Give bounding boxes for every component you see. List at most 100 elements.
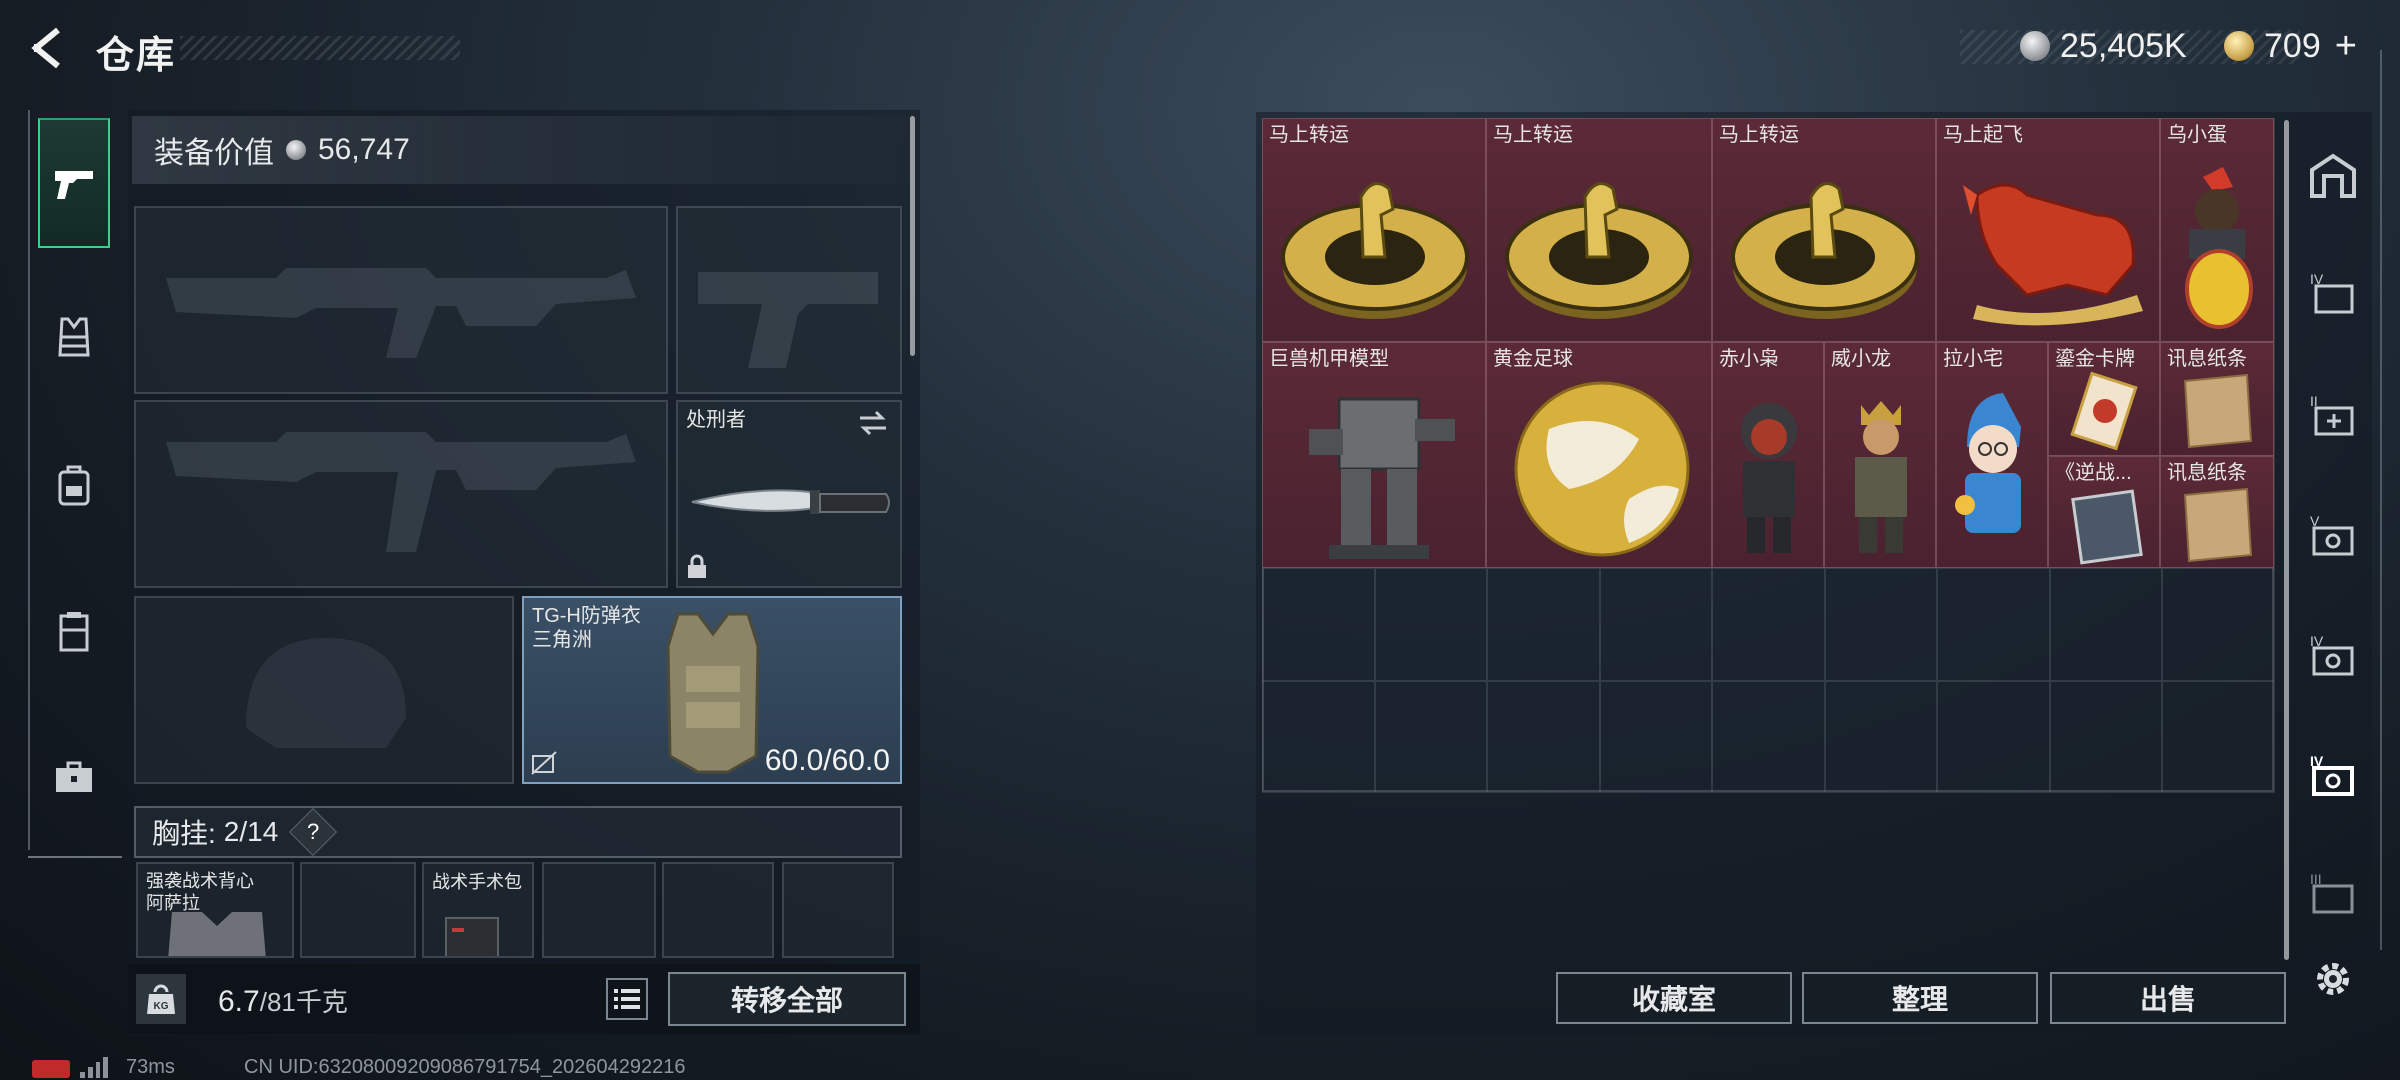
storage-item[interactable]: 讯息纸条 — [2160, 456, 2274, 568]
storage-cell[interactable] — [1937, 680, 2050, 793]
storage-item[interactable]: 马上转运 — [1262, 118, 1486, 342]
item-name: 讯息纸条 — [2167, 348, 2247, 370]
category-case-tab[interactable] — [38, 712, 110, 842]
storage-item[interactable]: 黄金足球 — [1486, 342, 1712, 568]
storage-cell[interactable] — [1712, 568, 1825, 681]
sort-button[interactable]: 整理 — [1802, 972, 2038, 1024]
rig-slot-4[interactable] — [542, 862, 656, 958]
storage-scrollbar[interactable] — [2284, 120, 2289, 960]
transfer-all-button[interactable]: 转移全部 — [668, 972, 906, 1026]
equipment-scrollbar[interactable] — [910, 116, 915, 356]
side-tab-tier-4-case[interactable]: IV — [2298, 620, 2368, 690]
side-tab-tier-5-case[interactable]: V — [2298, 500, 2368, 570]
storage-cell[interactable] — [2049, 568, 2162, 681]
armor-slot[interactable]: TG-H防弹衣 三角洲 60.0/60.0 — [522, 596, 902, 784]
item-name: 黄金足球 — [1493, 348, 1573, 370]
side-tab-add-box[interactable]: II — [2298, 380, 2368, 450]
item-name: 乌小蛋 — [2167, 124, 2227, 146]
signal-icon — [80, 1056, 108, 1078]
storage-item[interactable]: 《逆战... — [2048, 456, 2160, 568]
primary-weapon-slot-2[interactable] — [134, 400, 668, 588]
list-view-button[interactable] — [606, 978, 648, 1020]
chest-rig-label: 胸挂: — [152, 818, 216, 849]
storage-item[interactable]: 巨兽机甲模型 — [1262, 342, 1486, 568]
settings-button[interactable] — [2298, 944, 2368, 1014]
storage-cell[interactable] — [1937, 568, 2050, 681]
primary-weapon-slot-1[interactable] — [134, 206, 668, 394]
category-vest-tab[interactable] — [38, 272, 110, 402]
item-name: 马上起飞 — [1943, 124, 2023, 146]
add-currency-button[interactable]: + — [2335, 25, 2357, 68]
storage-cell[interactable] — [1487, 568, 1600, 681]
list-icon — [614, 989, 640, 1009]
kettlebell-icon: KG — [147, 984, 175, 1014]
equipment-value-bar: 装备价值 56,747 — [132, 116, 910, 184]
storage-cell[interactable] — [1712, 680, 1825, 793]
side-tab-tier-3-case[interactable]: III — [2298, 858, 2368, 928]
rig-slot-2[interactable] — [300, 862, 416, 958]
category-backpack-tab[interactable] — [38, 420, 110, 550]
gold-amount: 709 — [2264, 26, 2321, 65]
storage-item[interactable]: 威小龙 — [1824, 342, 1936, 568]
rig-item-name: 战术手术包 — [432, 872, 522, 892]
storage-cell[interactable] — [1824, 568, 1937, 681]
storage-item[interactable]: 马上起飞 — [1936, 118, 2160, 342]
swap-icon[interactable] — [856, 410, 890, 436]
tier-3-case-icon: III — [2310, 871, 2354, 914]
title-stripe-decoration — [180, 36, 460, 60]
item-name: 《逆战... — [2055, 462, 2132, 484]
storage-item[interactable]: 讯息纸条 — [2160, 342, 2274, 456]
side-tab-home[interactable] — [2298, 140, 2368, 210]
tactical-vest-icon — [168, 912, 266, 956]
helmet-slot[interactable] — [134, 596, 514, 784]
side-tab-tier-4-case-selected[interactable]: IV — [2298, 740, 2368, 810]
collection-room-button[interactable]: 收藏室 — [1556, 972, 1792, 1024]
melee-slot[interactable]: 处刑者 — [676, 400, 902, 588]
storage-cell[interactable] — [1599, 680, 1712, 793]
storage-cell[interactable] — [1374, 680, 1487, 793]
item-name: 马上转运 — [1493, 124, 1573, 146]
item-name: 马上转运 — [1719, 124, 1799, 146]
storage-item[interactable]: 乌小蛋 — [2160, 118, 2274, 342]
golden-ball-icon — [1514, 381, 1690, 557]
lock-icon — [688, 554, 706, 578]
back-button[interactable] — [22, 22, 74, 74]
storage-cell[interactable] — [1824, 680, 1937, 793]
item-name: 讯息纸条 — [2167, 462, 2247, 484]
storage-cell[interactable] — [1599, 568, 1712, 681]
help-button[interactable]: ? — [289, 807, 338, 857]
sell-button[interactable]: 出售 — [2050, 972, 2286, 1024]
briefcase-icon — [56, 761, 92, 792]
rifle-silhouette-icon — [166, 432, 636, 552]
rail-bottom-divider — [28, 856, 122, 858]
storage-item[interactable]: 赤小枭 — [1712, 342, 1824, 568]
storage-cell[interactable] — [1374, 568, 1487, 681]
storage-item[interactable]: 鎏金卡牌 — [2048, 342, 2160, 456]
gear-icon — [2317, 963, 2349, 995]
storage-cell[interactable] — [1262, 680, 1375, 793]
game-card-icon — [2071, 489, 2143, 565]
pistol-slot[interactable] — [676, 206, 902, 394]
side-tab-tier-4-box[interactable]: IV — [2298, 258, 2368, 328]
storage-cell[interactable] — [1262, 568, 1375, 681]
storage-cell[interactable] — [1487, 680, 1600, 793]
storage-cell[interactable] — [2162, 568, 2275, 681]
rig-slot-5[interactable] — [662, 862, 774, 958]
storage-cell[interactable] — [2162, 680, 2275, 793]
storage-cell[interactable] — [2049, 680, 2162, 793]
rig-slot-6[interactable] — [782, 862, 894, 958]
red-horse-icon — [1963, 183, 2143, 326]
storage-item[interactable]: 马上转运 — [1712, 118, 1936, 342]
gold-card-icon — [2070, 371, 2138, 451]
paper-note-icon — [2183, 487, 2253, 563]
weight-icon: KG — [136, 974, 186, 1024]
uid-readout: CN UID:63208009209086791754_202604292216 — [244, 1056, 686, 1078]
rig-slot-1[interactable]: 强袭战术背心 阿萨拉 — [136, 862, 294, 958]
storage-item[interactable]: 拉小宅 — [1936, 342, 2048, 568]
item-name: 巨兽机甲模型 — [1269, 348, 1389, 370]
rig-slot-3[interactable]: 战术手术包 — [422, 862, 534, 958]
storage-item[interactable]: 马上转运 — [1486, 118, 1712, 342]
category-weapon-tab[interactable] — [38, 118, 110, 248]
item-name: 拉小宅 — [1943, 348, 2003, 370]
category-container-tab[interactable] — [38, 566, 110, 696]
